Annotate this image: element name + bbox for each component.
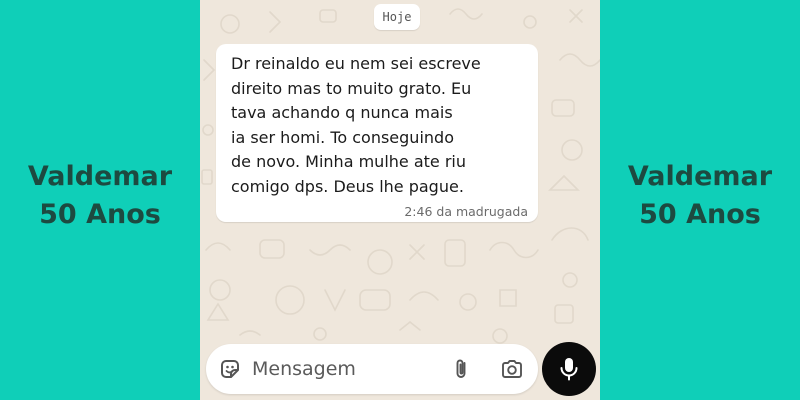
right-caption-name: Valdemar bbox=[627, 161, 773, 192]
message-composer bbox=[206, 344, 538, 394]
paperclip-icon[interactable] bbox=[449, 357, 473, 381]
left-caption-age: 50 Anos bbox=[39, 199, 161, 230]
voice-record-button[interactable] bbox=[542, 342, 596, 396]
microphone-icon bbox=[560, 358, 578, 381]
right-caption-age: 50 Anos bbox=[639, 199, 761, 230]
message-timestamp: 2:46 da madrugada bbox=[404, 204, 528, 219]
emoji-sticker-icon[interactable] bbox=[218, 357, 242, 381]
message-bubble[interactable]: Dr reinaldo eu nem sei escreve direito m… bbox=[216, 44, 538, 222]
message-input[interactable] bbox=[252, 352, 438, 386]
chat-screen: Hoje Dr reinaldo eu nem sei escreve dire… bbox=[200, 0, 600, 400]
left-caption: Valdemar 50 Anos bbox=[0, 158, 200, 234]
date-divider-chip: Hoje bbox=[374, 4, 420, 30]
camera-icon[interactable] bbox=[500, 357, 524, 381]
left-caption-name: Valdemar bbox=[27, 161, 173, 192]
message-text: Dr reinaldo eu nem sei escreve direito m… bbox=[231, 54, 481, 196]
right-caption: Valdemar 50 Anos bbox=[600, 158, 800, 234]
